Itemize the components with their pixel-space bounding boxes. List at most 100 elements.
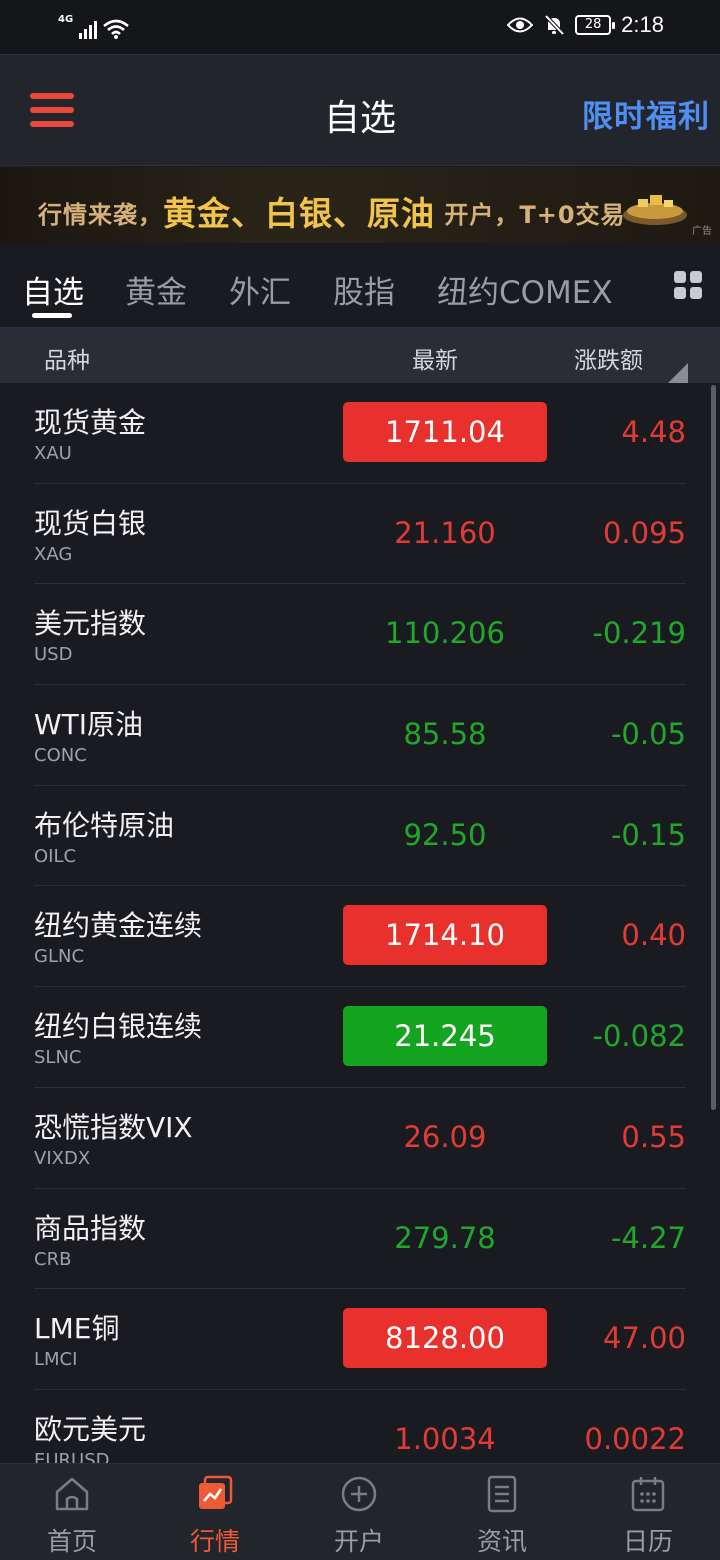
column-name: 品种 [44, 348, 90, 374]
price-change: -0.082 [592, 1019, 687, 1054]
instrument-name: 纽约白银连续 [34, 1010, 203, 1044]
column-latest[interactable]: 最新 [412, 341, 458, 375]
bottom-nav: 首页 行情 开户 资讯 日历 [0, 1463, 720, 1560]
latest-price: 21.245 [343, 1006, 547, 1067]
nav-market[interactable]: 行情 [160, 1474, 270, 1558]
instrument-code: SLNC [34, 1047, 82, 1069]
latest-price: 26.09 [403, 1119, 487, 1154]
quote-row[interactable]: 现货黄金 XAU 1711.04 4.48 [0, 383, 720, 484]
scrollbar[interactable] [711, 385, 716, 1110]
price-change: 0.0022 [584, 1421, 686, 1456]
latest-price: 21.160 [394, 515, 496, 550]
latest-price: 92.50 [403, 817, 487, 852]
mute-bell-icon [544, 14, 565, 36]
app-header: 自选 限时福利 [0, 54, 720, 166]
nav-label: 资讯 [476, 1527, 527, 1556]
price-change: 47.00 [602, 1321, 686, 1356]
clock: 2:18 [621, 12, 664, 37]
price-change: 0.095 [602, 515, 686, 550]
nav-label: 开户 [333, 1527, 384, 1556]
system-indicators: 28 2:18 [507, 12, 664, 38]
instrument-name: 恐慌指数VIX [34, 1110, 193, 1144]
grid-icon[interactable] [674, 271, 702, 299]
nav-label: 行情 [189, 1527, 240, 1556]
instrument-code: XAU [34, 443, 72, 464]
tab-index[interactable]: 股指 [333, 267, 395, 312]
quote-row[interactable]: LME铜 LMCI 8128.00 47.00 [0, 1289, 720, 1390]
signal-strength-icon [79, 19, 98, 39]
eye-icon [507, 17, 534, 33]
instrument-code: CRB [34, 1248, 72, 1270]
plus-circle-icon [341, 1476, 377, 1512]
ad-tag: 广告 [692, 226, 712, 237]
ad-banner[interactable]: 行情来袭，黄金、白银、原油 开户，T+0交易 广告 [0, 167, 720, 243]
home-icon [55, 1477, 89, 1511]
document-icon [487, 1475, 517, 1513]
price-change: -0.05 [610, 717, 686, 752]
latest-price: 279.78 [394, 1220, 496, 1255]
quote-row[interactable]: 现货白银 XAG 21.160 0.095 [0, 484, 720, 585]
instrument-code: GLNC [34, 946, 85, 968]
instrument-code: EURUSD [34, 1449, 110, 1463]
battery-icon: 28 [575, 15, 616, 35]
tab-watchlist[interactable]: 自选 [22, 267, 84, 312]
latest-price: 85.58 [403, 717, 487, 752]
tab-gold[interactable]: 黄金 [125, 267, 187, 312]
instrument-name: 纽约黄金连续 [34, 909, 203, 943]
quote-row[interactable]: 布伦特原油 OILC 92.50 -0.15 [0, 786, 720, 887]
status-bar: 4G 28 2:18 [0, 0, 720, 54]
category-tabs: 自选 黄金 外汇 股指 纽约COMEX [0, 243, 720, 327]
latest-price: 110.206 [385, 616, 505, 651]
column-change[interactable]: 涨跌额 [574, 341, 643, 375]
price-change: 0.40 [621, 918, 686, 953]
instrument-code: XAG [34, 543, 73, 565]
instrument-name: 布伦特原油 [34, 808, 175, 842]
instrument-name: 欧元美元 [34, 1412, 147, 1446]
promo-link[interactable]: 限时福利 [582, 91, 710, 136]
quote-row[interactable]: 纽约白银连续 SLNC 21.245 -0.082 [0, 987, 720, 1088]
price-change: 0.55 [621, 1119, 686, 1154]
instrument-code: CONC [34, 745, 87, 767]
price-change: -0.15 [610, 817, 686, 852]
instrument-name: LME铜 [34, 1312, 120, 1346]
instrument-name: 现货黄金 [34, 406, 147, 439]
price-change: 4.48 [621, 415, 686, 449]
quote-row[interactable]: 恐慌指数VIX VIXDX 26.09 0.55 [0, 1088, 720, 1189]
instrument-code: VIXDX [34, 1147, 91, 1169]
banner-pre: 行情来袭， [38, 201, 163, 229]
active-tab-indicator [32, 313, 72, 318]
quote-row[interactable]: 美元指数 USD 110.206 -0.219 [0, 584, 720, 685]
nav-home[interactable]: 首页 [17, 1474, 127, 1558]
latest-price: 1.0034 [394, 1421, 496, 1456]
instrument-code: OILC [34, 845, 77, 867]
nav-open-account[interactable]: 开户 [304, 1474, 414, 1558]
quote-row[interactable]: 纽约黄金连续 GLNC 1714.10 0.40 [0, 886, 720, 987]
tab-forex[interactable]: 外汇 [229, 267, 291, 312]
latest-price: 1714.10 [343, 905, 547, 966]
nav-label: 日历 [622, 1527, 673, 1556]
tab-comex[interactable]: 纽约COMEX [437, 267, 613, 312]
price-change: -0.219 [592, 616, 687, 651]
signal-indicators: 4G [58, 14, 130, 39]
instrument-name: 现货白银 [34, 506, 147, 540]
instrument-name: 商品指数 [34, 1211, 147, 1245]
instrument-code: LMCI [34, 1349, 78, 1371]
quote-row[interactable]: WTI原油 CONC 85.58 -0.05 [0, 685, 720, 786]
nav-news[interactable]: 资讯 [447, 1474, 557, 1558]
network-type: 4G [58, 14, 74, 25]
wifi-icon [103, 19, 130, 39]
banner-highlight: 黄金、白银、原油 [163, 194, 435, 233]
instrument-name: 美元指数 [34, 607, 147, 641]
quote-list: 现货黄金 XAU 1711.04 4.48 现货白银 XAG 21.160 0.… [0, 383, 720, 1463]
column-header: 品种 最新 涨跌额 [0, 327, 720, 383]
instrument-name: WTI原油 [34, 708, 144, 742]
chart-icon [199, 1475, 233, 1509]
sort-corner-icon[interactable] [668, 363, 688, 383]
banner-text: 行情来袭，黄金、白银、原油 开户，T+0交易 [38, 187, 626, 235]
nav-calendar[interactable]: 日历 [593, 1474, 703, 1558]
banner-post: 开户，T+0交易 [444, 201, 626, 229]
nav-label: 首页 [46, 1527, 97, 1556]
quote-row[interactable]: 欧元美元 EURUSD 1.0034 0.0022 [0, 1390, 720, 1463]
instrument-code: USD [34, 644, 73, 666]
quote-row[interactable]: 商品指数 CRB 279.78 -4.27 [0, 1189, 720, 1290]
